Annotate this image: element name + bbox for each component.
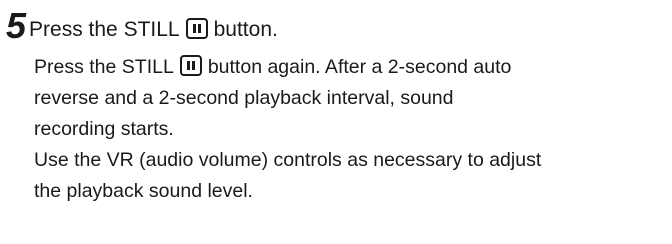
p1-text-after: button again. After a 2-second auto xyxy=(207,56,512,78)
p2-line-1: Use the VR (audio volume) controls as ne… xyxy=(34,149,542,171)
step-5: 5 Press the STILL button. Press the STILL… xyxy=(6,6,664,207)
still-button-icon xyxy=(179,55,202,76)
instruction-paragraph-1: Press the STILL button again. After a 2-s… xyxy=(34,52,664,145)
step-number: 5 xyxy=(6,5,26,46)
pause-bar-left xyxy=(186,61,190,70)
p1-line-3: recording starts. xyxy=(34,118,174,140)
step-title-suffix: button. xyxy=(213,18,278,41)
still-button-icon xyxy=(185,18,208,39)
pause-bar-right xyxy=(197,24,201,33)
p1-text-before: Press the STILL xyxy=(34,56,174,78)
step-title: Press the STILL button. xyxy=(29,10,278,50)
step-heading: 5 Press the STILL button. xyxy=(6,6,664,56)
instruction-paragraph-2: Use the VR (audio volume) controls as ne… xyxy=(34,145,664,207)
step-body: Press the STILL button again. After a 2-s… xyxy=(34,52,664,207)
step-title-text: Press the STILL xyxy=(29,18,180,41)
p1-line-2: reverse and a 2-second playback interval… xyxy=(34,87,454,109)
pause-bar-right xyxy=(191,61,195,70)
p2-line-2: the playback sound level. xyxy=(34,180,253,202)
pause-bar-left xyxy=(192,24,196,33)
